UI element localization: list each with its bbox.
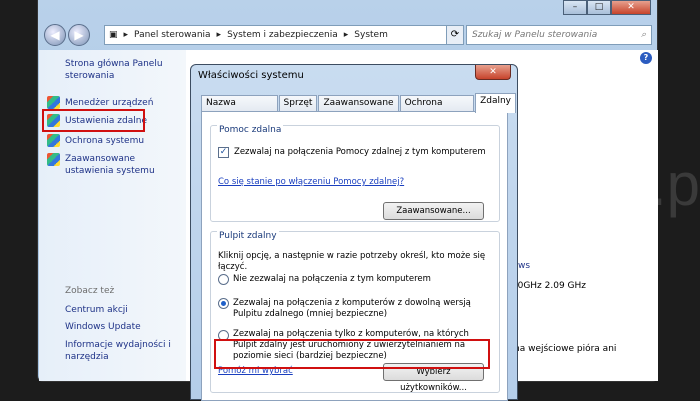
control-panel-icon: ▣ xyxy=(109,30,118,40)
tab-system-protection[interactable]: Ochrona systemu xyxy=(399,95,475,123)
highlight-remote-settings xyxy=(42,109,145,132)
allow-assistance-label: Zezwalaj na połączenia Pomocy zdalnej z … xyxy=(234,147,486,157)
see-also-windows-update[interactable]: Windows Update xyxy=(65,321,141,333)
tab-hardware[interactable]: Sprzęt xyxy=(278,95,318,112)
allow-assistance-checkbox[interactable]: ✓ xyxy=(218,147,229,158)
see-also-performance[interactable]: Informacje wydajności i narzędzia xyxy=(65,339,175,363)
sidebar-home-link[interactable]: Strona główna Panelu sterowania xyxy=(65,58,175,82)
see-also-heading: Zobacz też xyxy=(65,286,115,296)
allow-any-version-label: Zezwalaj na połączenia z komputerów z do… xyxy=(233,298,471,319)
breadcrumb-system-security[interactable]: System i zabezpieczenia xyxy=(227,30,338,40)
caption-buttons: – □ ✕ xyxy=(563,0,651,15)
tab-computer-name[interactable]: Nazwa komputera xyxy=(201,95,278,123)
text-fragment: ws xyxy=(518,261,531,271)
refresh-button[interactable]: ⟳ xyxy=(446,25,464,45)
remote-desktop-title: Pulpit zdalny xyxy=(217,231,279,241)
remote-assistance-group: Pomoc zdalna ✓ Zezwalaj na połączenia Po… xyxy=(210,125,500,222)
sidebar-item-system-protection[interactable]: Ochrona systemu xyxy=(65,135,144,147)
forward-button[interactable]: ▶ xyxy=(68,24,90,46)
breadcrumb-system[interactable]: System xyxy=(354,30,388,40)
remote-desktop-instruction: Kliknij opcję, a następnie w razie potrz… xyxy=(218,251,486,272)
help-icon[interactable]: ? xyxy=(640,52,652,64)
see-also-action-center[interactable]: Centrum akcji xyxy=(65,304,128,316)
nav-buttons: ◀ ▶ xyxy=(44,24,92,46)
address-bar[interactable]: ▣ ▸ Panel sterowania ▸ System i zabezpie… xyxy=(104,25,452,45)
search-input[interactable]: Szukaj w Panelu sterowania ⌕ xyxy=(466,25,652,45)
radio-deny-connections[interactable] xyxy=(218,274,229,285)
sidebar-item-advanced-settings[interactable]: Zaawansowane ustawienia systemu xyxy=(65,153,183,177)
sidebar: Strona główna Panelu sterowania Menedżer… xyxy=(39,50,186,381)
minimize-button[interactable]: – xyxy=(563,0,587,15)
tab-advanced[interactable]: Zaawansowane xyxy=(318,95,399,112)
shield-icon xyxy=(47,96,60,109)
what-happens-link[interactable]: Co się stanie po włączeniu Pomocy zdalne… xyxy=(218,177,404,187)
search-icon: ⌕ xyxy=(640,30,646,40)
pen-input-text: na wejściowe pióra ani xyxy=(514,344,617,354)
advanced-button[interactable]: Zaawansowane... xyxy=(383,202,484,220)
breadcrumb-control-panel[interactable]: Panel sterowania xyxy=(134,30,211,40)
highlight-allow-any-version xyxy=(214,339,490,369)
cpu-speed: .10GHz 2.09 GHz xyxy=(509,281,587,291)
remote-assistance-title: Pomoc zdalna xyxy=(217,125,284,135)
shield-icon xyxy=(47,153,60,166)
close-button[interactable]: ✕ xyxy=(611,0,651,15)
remote-tab-panel: Pomoc zdalna ✓ Zezwalaj na połączenia Po… xyxy=(201,111,508,401)
dialog-close-button[interactable]: ✕ xyxy=(475,65,511,80)
breadcrumb-separator: ▸ xyxy=(216,30,222,40)
breadcrumb-separator: ▸ xyxy=(123,30,129,40)
dialog-tabs: Nazwa komputera Sprzęt Zaawansowane Ochr… xyxy=(201,93,517,123)
sidebar-item-device-manager[interactable]: Menedżer urządzeń xyxy=(65,97,153,109)
system-properties-dialog: Właściwości systemu ✕ Nazwa komputera Sp… xyxy=(190,64,518,401)
maximize-button[interactable]: □ xyxy=(587,0,611,15)
dialog-title: Właściwości systemu xyxy=(198,70,304,81)
radio-allow-any-version[interactable] xyxy=(218,298,229,309)
breadcrumb-separator: ▸ xyxy=(343,30,349,40)
deny-connections-label: Nie zezwalaj na połączenia z tym kompute… xyxy=(233,274,431,284)
shield-icon xyxy=(47,134,60,147)
tab-remote[interactable]: Zdalny xyxy=(475,93,516,113)
search-placeholder: Szukaj w Panelu sterowania xyxy=(472,30,598,40)
back-button[interactable]: ◀ xyxy=(44,24,66,46)
